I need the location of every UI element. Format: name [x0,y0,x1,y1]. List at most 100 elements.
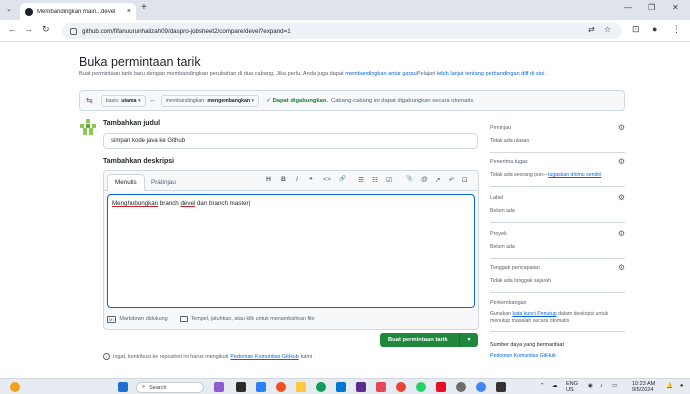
editor-tabs: Menulis Pratinjau H B I ❝ <> 🔗 ☰ ☷ ☑ 📎 @… [104,171,478,191]
base-branch-select[interactable]: basis: utama ▾ [100,94,146,107]
assignees-heading[interactable]: Penerima tugas [490,159,625,165]
attach-icon[interactable]: 📎 [406,176,413,182]
sidebar-labels: Label ⚙ Belum ada [490,193,625,214]
milestone-heading[interactable]: Tonggak pencapaian [490,265,625,271]
compare-branch-select[interactable]: membandingkan: mengembangkan ▾ [160,94,260,107]
restore-button[interactable]: ❐ [648,3,655,12]
vscode-icon[interactable] [356,382,366,392]
taskbar-search-input[interactable]: ⌕ Search [136,382,204,393]
menu-kebab-icon[interactable]: ⋮ [672,24,681,35]
url-input[interactable]: github.com/fifanuurunhalizah09/daspro-jo… [62,23,622,39]
widgets-icon[interactable] [214,382,224,392]
desc-word: devel [180,200,196,207]
app-icon[interactable] [436,382,446,392]
app-icon[interactable] [396,382,406,392]
tab-search-icon[interactable]: ⌄ [6,5,12,13]
extensions-icon[interactable]: ⊡ [632,24,640,35]
community-guidelines-link[interactable]: Pedoman Komunitas GitHub [490,353,556,359]
profile-avatar-icon[interactable]: ● [652,24,657,34]
unordered-list-icon[interactable]: ☰ [358,176,364,184]
app-icon[interactable] [376,382,386,392]
windows-start-icon[interactable] [118,382,128,392]
site-info-icon[interactable] [70,27,77,35]
chrome-icon[interactable] [316,382,326,392]
language-indicator[interactable]: ENG US [566,381,578,393]
link-icon[interactable]: 🔗 [339,176,346,182]
minimize-button[interactable]: — [624,3,632,12]
tab-close-icon[interactable]: × [127,8,131,15]
task-view-icon[interactable] [236,382,246,392]
attach-files-label[interactable]: Tempel, jatuhkan, atau klik untuk menamb… [191,316,315,322]
subtitle-text: Buat permintaan tarik baru dengan memban… [79,71,346,77]
closing-keywords-link[interactable]: kata kunci Penutup [513,311,557,317]
task-list-icon[interactable]: ☑ [386,176,392,184]
gear-icon[interactable]: ⚙ [618,229,625,238]
italic-icon[interactable]: I [296,176,298,183]
title-input[interactable]: simpan kode java ke Github [103,133,478,149]
address-bar: ← → ↻ github.com/fifanuurunhalizah09/das… [0,20,690,42]
file-explorer-icon[interactable] [296,382,306,392]
whatsapp-icon[interactable] [416,382,426,392]
reference-icon[interactable]: ↗ [435,176,441,184]
tab-preview[interactable]: Pratinjau [144,174,183,191]
lang-region: US [566,387,574,393]
search-label: Search [149,384,167,391]
bookmark-star-icon[interactable]: ☆ [604,25,611,34]
translate-icon[interactable]: ⇄ [588,25,595,34]
terminal-icon[interactable] [496,382,506,392]
divider [490,331,625,332]
compare-forks-link[interactable]: membandingkan antar garpu [345,71,417,77]
undo-icon[interactable]: ↶ [449,176,455,184]
new-tab-button[interactable]: + [141,2,147,13]
gear-icon[interactable]: ⚙ [618,193,625,202]
bold-icon[interactable]: B [281,176,286,183]
back-icon[interactable]: ← [8,24,17,34]
code-icon[interactable]: <> [323,176,331,183]
tray-cloud-icon[interactable]: ☁ [552,383,558,389]
battery-icon[interactable]: ▭ [612,383,617,389]
weather-icon[interactable] [10,382,20,392]
app-icon[interactable] [276,382,286,392]
gear-icon[interactable]: ⚙ [618,123,625,132]
quote-icon[interactable]: ❝ [309,176,313,184]
labels-value: Belum ada [490,208,515,214]
volume-icon[interactable]: ♪ [600,383,603,389]
community-guidelines-link[interactable]: Pedoman Komunitas GitHub [230,354,298,360]
reviewers-heading[interactable]: Peninjau [490,125,625,131]
heading-icon[interactable]: H [266,176,271,183]
tab-write[interactable]: Menulis [107,174,145,191]
desc-text: branch [158,200,181,207]
copilot-icon[interactable]: ● [680,383,683,389]
create-pull-request-button[interactable]: Buat permintaan tarik ▼ [380,333,478,347]
notification-bell-icon[interactable]: 🔔 [666,383,673,389]
labels-heading[interactable]: Label [490,195,625,201]
markdown-supported-link[interactable]: Markdown didukung [119,316,167,322]
description-editor: Menulis Pratinjau H B I ❝ <> 🔗 ☰ ☷ ☑ 📎 @… [103,170,479,330]
wifi-icon[interactable]: ◉ [588,383,593,389]
forward-icon[interactable]: → [24,24,33,34]
chevron-down-icon[interactable]: ▼ [460,337,478,343]
diff-docs-link[interactable]: lebih lanjut tentang perbandingan diff d… [437,71,545,77]
gear-icon[interactable]: ⚙ [618,263,625,272]
reload-icon[interactable]: ↻ [42,24,50,35]
projects-heading[interactable]: Proyek [490,231,625,237]
clock[interactable]: 10:23 AM 9/5/2024 [632,381,655,393]
app-icon[interactable] [256,382,266,392]
fullscreen-icon[interactable]: ⊡ [462,176,468,184]
tray-chevron-icon[interactable]: ⌃ [540,383,545,389]
assign-yourself-link[interactable]: tugaskan dirimu sendiri [548,172,601,178]
contribution-note: i Ingat, kontribusi ke repositori ini ha… [103,353,315,360]
mergeable-description: Cabang-cabang ini dapat digabungkan seca… [331,97,475,104]
store-icon[interactable] [336,382,346,392]
app-icon[interactable] [476,382,486,392]
close-window-button[interactable]: ✕ [672,3,679,12]
mention-icon[interactable]: @ [421,176,428,183]
app-icon[interactable] [456,382,466,392]
description-textarea[interactable]: Menghubungkan branch devel dan branch ma… [107,194,475,308]
browser-tab[interactable]: Membandingkan main...devel × [20,3,136,20]
description-heading: Tambahkan deskripsi [103,158,175,165]
image-icon [179,316,188,322]
development-heading: Perkembangan [490,300,527,306]
gear-icon[interactable]: ⚙ [618,157,625,166]
ordered-list-icon[interactable]: ☷ [372,176,378,184]
